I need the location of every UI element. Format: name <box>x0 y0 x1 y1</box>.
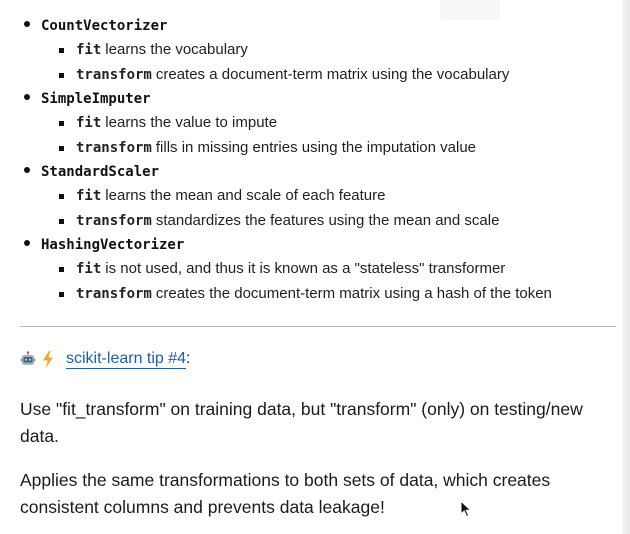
bullet-square <box>59 145 64 151</box>
class-name: StandardScaler <box>41 164 160 180</box>
method-list: fit learns the mean and scale of each fea… <box>41 184 622 233</box>
mouse-pointer-icon <box>460 499 472 518</box>
tip-link[interactable]: scikit-learn tip #4 <box>66 350 187 369</box>
tip-heading: scikit-learn tip #4 : <box>20 346 191 372</box>
method-description: learns the vocabulary <box>105 41 248 58</box>
method-name: fit <box>76 188 102 204</box>
method-description: fills in missing entries using the imput… <box>155 138 477 156</box>
bullet-dot <box>24 21 30 27</box>
method-description: standardizes the features using the mean… <box>155 211 500 229</box>
bullet-square <box>59 267 64 272</box>
transformer-item-count-vectorizer: CountVectorizer fit learns the vocabulary… <box>22 14 622 87</box>
method-description: creates the document-term matrix using a… <box>155 284 552 302</box>
method-item: fit learns the mean and scale of each fea… <box>41 184 622 209</box>
method-description: learns the value to impute <box>105 114 278 131</box>
bullet-dot <box>24 167 30 173</box>
method-list: fit learns the vocabulary transform create… <box>41 38 622 87</box>
tip-paragraph-2: Applies the same transformations to both… <box>20 470 551 517</box>
method-description: creates a document-term matrix using the… <box>155 65 510 83</box>
transformer-list: CountVectorizer fit learns the vocabulary… <box>22 14 622 306</box>
transformer-item-standard-scaler: StandardScaler fit learns the mean and sc… <box>22 160 622 233</box>
bullet-dot <box>24 240 30 246</box>
bullet-square <box>59 121 64 126</box>
bullet-dot <box>24 94 30 100</box>
transformer-item-simple-imputer: SimpleImputer fit learns the value to imp… <box>22 87 622 160</box>
method-list: fit learns the value to impute transform f… <box>41 111 622 160</box>
tip-colon: : <box>186 350 191 367</box>
page: CountVectorizer fit learns the vocabulary… <box>0 0 630 534</box>
method-name: fit <box>76 42 102 58</box>
method-name: transform <box>76 66 152 83</box>
method-name: transform <box>76 139 152 156</box>
transformer-item-hashing-vectorizer: HashingVectorizer fit is not used, and th… <box>22 233 622 306</box>
section-divider <box>20 326 616 327</box>
class-name: CountVectorizer <box>41 18 168 34</box>
method-description: is not used, and thus it is known as a "… <box>105 260 506 277</box>
method-name: fit <box>76 261 102 277</box>
tip-paragraph-1: Use "fit_transform" on training data, bu… <box>20 399 583 446</box>
lightning-bolt-icon <box>42 350 54 368</box>
robot-face-icon <box>20 351 36 367</box>
method-name: transform <box>76 212 152 229</box>
method-item: transform creates the document-term matri… <box>41 282 622 307</box>
bullet-square <box>59 194 64 199</box>
bullet-square <box>59 48 64 53</box>
method-name: transform <box>76 285 152 302</box>
bullet-square <box>59 72 64 78</box>
class-name: HashingVectorizer <box>41 237 185 253</box>
method-name: fit <box>76 115 102 131</box>
method-item: transform standardizes the features using… <box>41 209 622 234</box>
bullet-square <box>59 218 64 224</box>
method-description: learns the mean and scale of each featur… <box>105 187 386 204</box>
class-name: SimpleImputer <box>41 91 151 107</box>
method-item: transform fills in missing entries using … <box>41 136 622 161</box>
scrollbar-track[interactable] <box>622 0 630 534</box>
method-item: fit is not used, and thus it is known as … <box>41 257 622 282</box>
method-item: fit learns the vocabulary <box>41 38 622 63</box>
method-item: transform creates a document-term matrix … <box>41 63 622 88</box>
bullet-square <box>59 291 64 297</box>
method-list: fit is not used, and thus it is known as … <box>41 257 622 306</box>
method-item: fit learns the value to impute <box>41 111 622 136</box>
